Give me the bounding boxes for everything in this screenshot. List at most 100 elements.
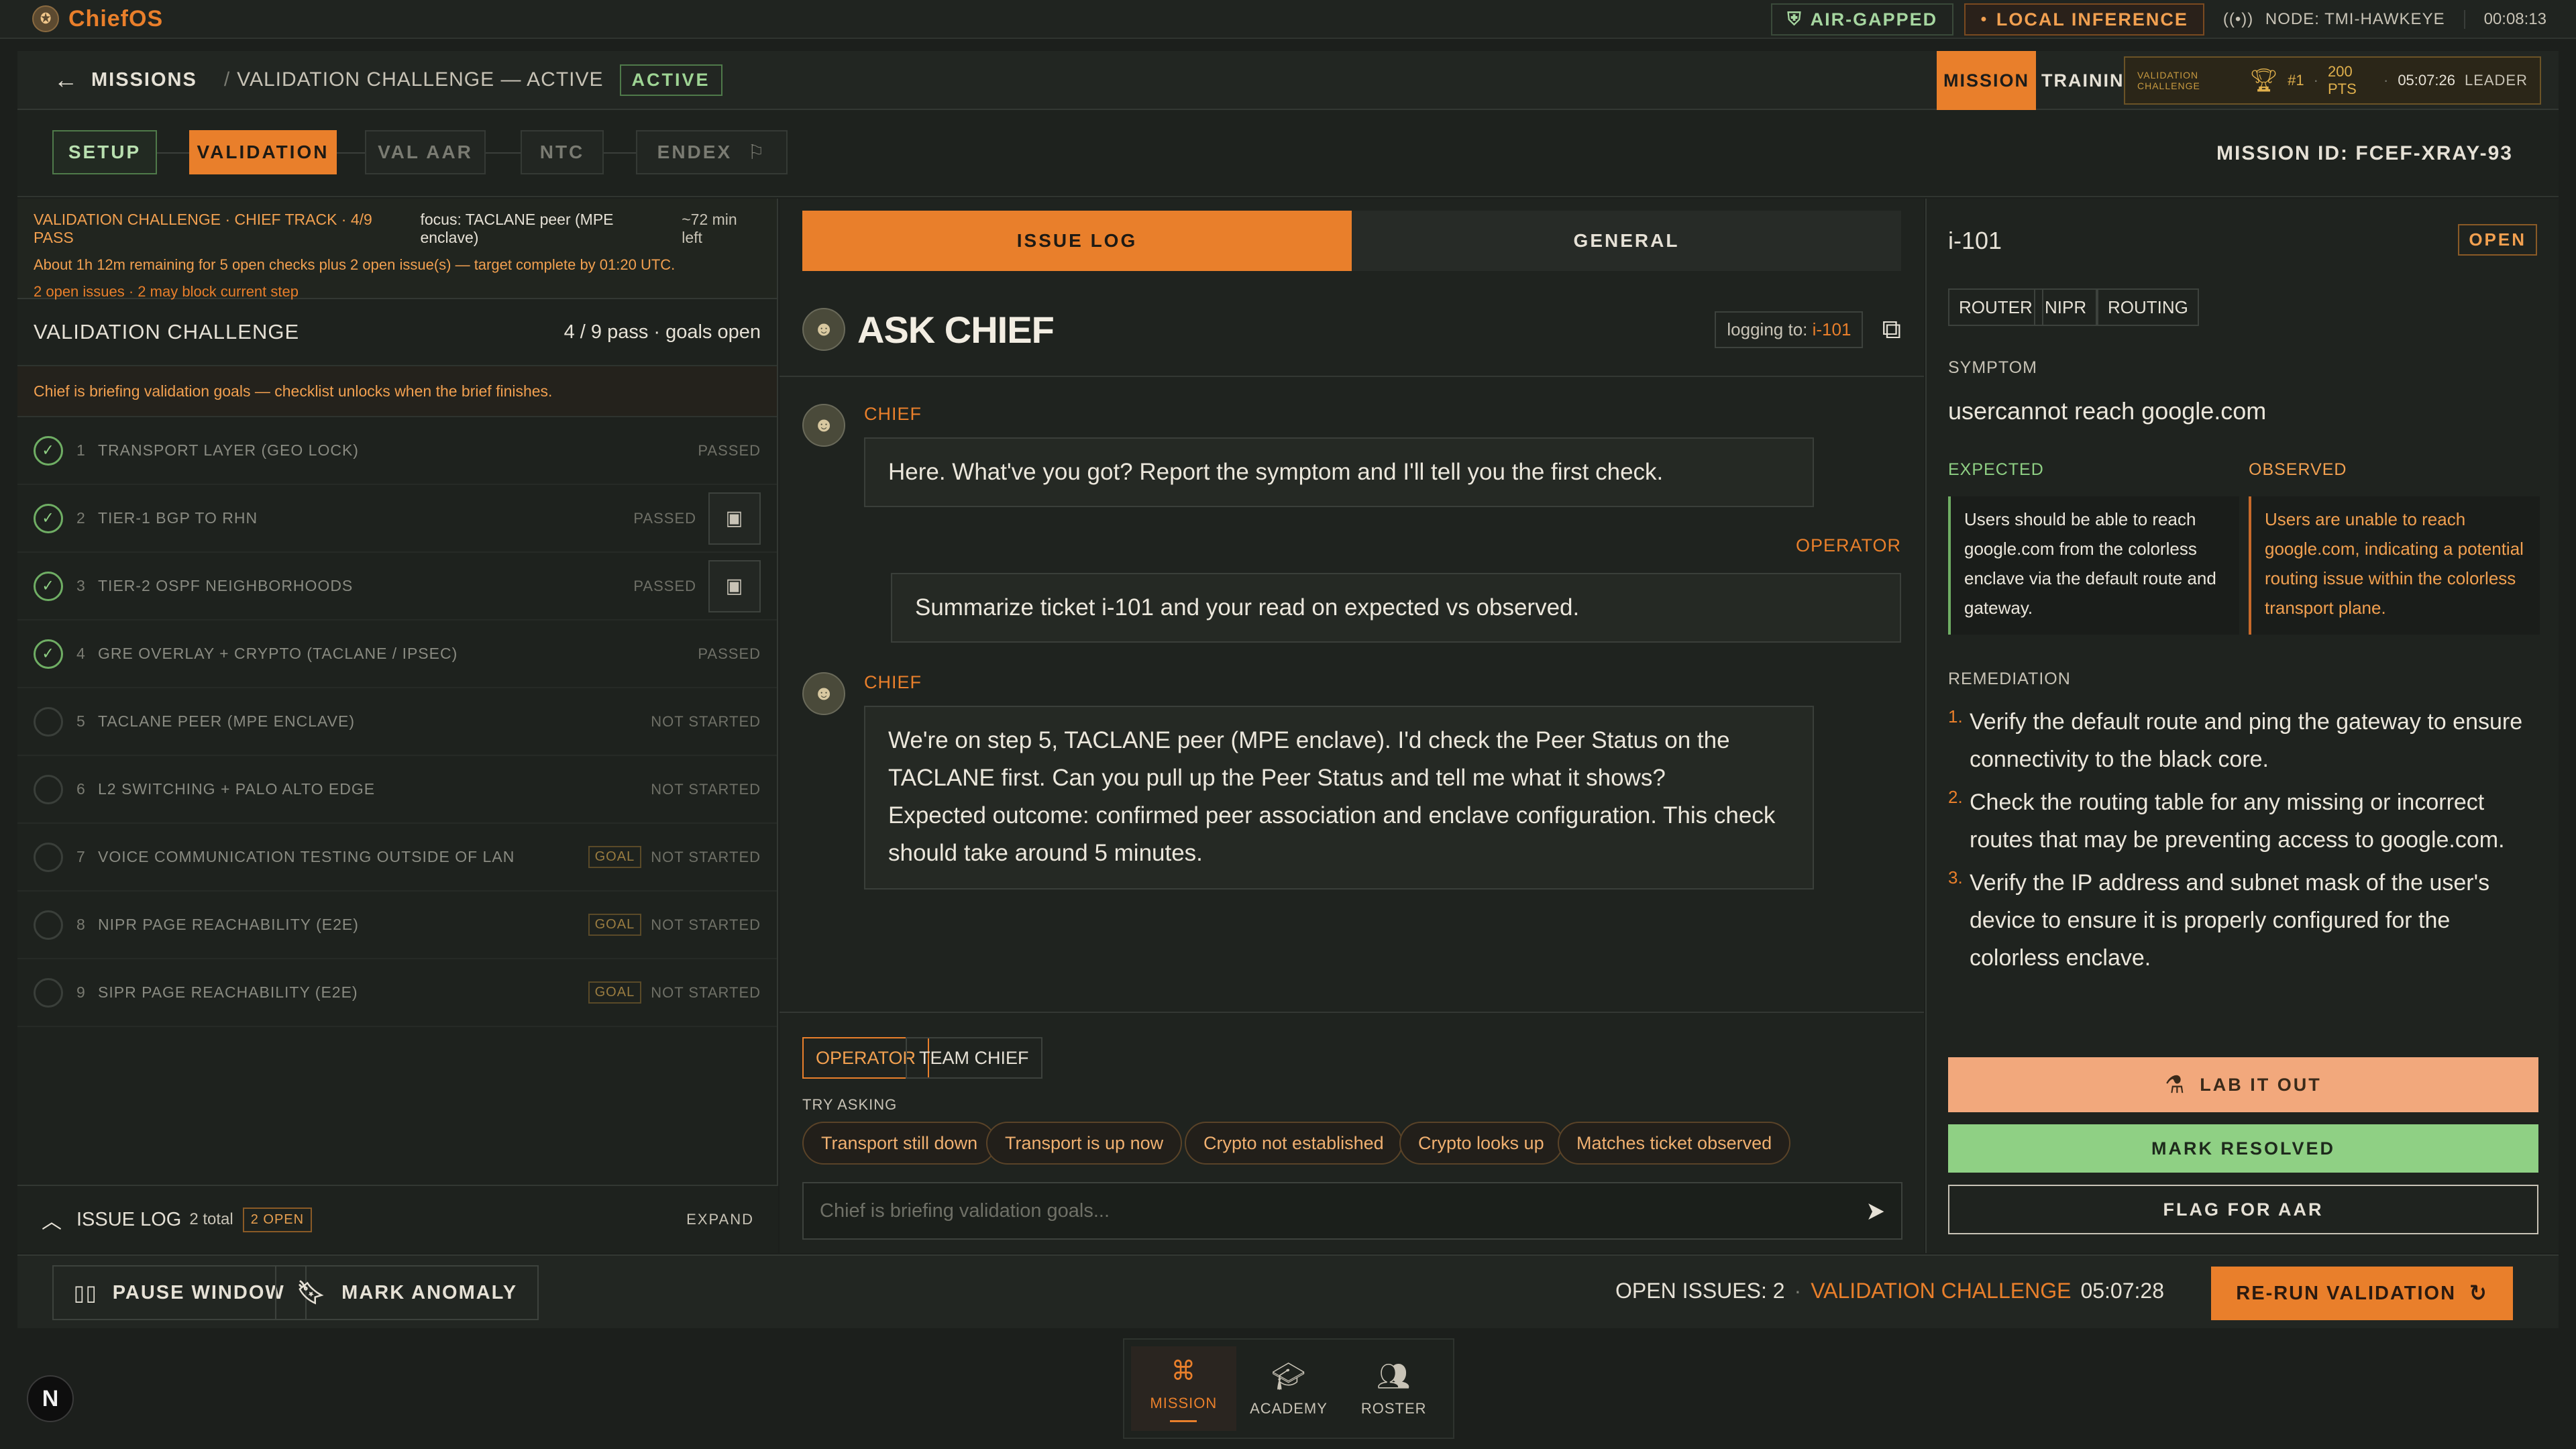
checklist-number: 8 — [76, 916, 86, 933]
air-gapped-badge: ⛨ AIR-GAPPED — [1771, 3, 1954, 36]
dev-badge[interactable]: N — [27, 1375, 74, 1422]
chief-avatar: ☻ — [802, 404, 845, 447]
flag-for-aar-button[interactable]: FLAG FOR AAR — [1948, 1185, 2538, 1234]
tab-issue-log[interactable]: ISSUE LOG — [802, 211, 1352, 271]
checklist-item[interactable]: 6 L2 SWITCHING + PALO ALTO EDGE NOT STARTE… — [17, 756, 777, 824]
nav-academy[interactable]: 🎓︎ ACADEMY — [1236, 1346, 1342, 1431]
pause-icon: ▯▯ — [74, 1281, 98, 1305]
ticket-id: i-101 — [1948, 227, 2002, 254]
checklist-label: SIPR PAGE REACHABILITY (E2E) — [98, 983, 358, 1001]
checklist-number: 9 — [76, 983, 86, 1001]
checklist-status: NOT STARTED — [651, 983, 761, 1001]
step-setup[interactable]: SETUP — [52, 130, 157, 174]
chat-header: ☻ ASK CHIEF logging to: i-101 ⧉ — [780, 283, 1924, 377]
checklist-label: TACLANE PEER (MPE ENCLAVE) — [98, 712, 356, 730]
checklist-item[interactable]: ✓ 4 GRE OVERLAY + CRYPTO (TACLANE / IPSEC)… — [17, 621, 777, 688]
challenge-name: VALIDATION CHALLENGE — [1811, 1279, 2072, 1303]
checklist-status: PASSED — [633, 577, 696, 594]
checklist-item[interactable]: 5 TACLANE PEER (MPE ENCLAVE) NOT STARTED — [17, 688, 777, 756]
logging-target[interactable]: logging to: i-101 — [1715, 311, 1864, 348]
empty-circle-icon — [34, 977, 63, 1008]
suggestion-chip[interactable]: Crypto not established — [1185, 1122, 1403, 1165]
suggestion-chip[interactable]: Transport is up now — [986, 1122, 1183, 1165]
step-ntc[interactable]: NTC — [521, 130, 604, 174]
tab-general[interactable]: GENERAL — [1352, 211, 1901, 271]
leaderboard-badge[interactable]: VALIDATION CHALLENGE 🏆︎ #1 · 200 PTS · 0… — [2124, 56, 2541, 105]
terminal-button[interactable]: ▣ — [708, 492, 761, 545]
checklist-status: PASSED — [698, 645, 761, 662]
refresh-icon: ↻ — [2469, 1281, 2488, 1306]
ticket-tag: ROUTER — [1948, 288, 2043, 326]
mission-id: MISSION ID: FCEF-XRAY-93 — [2216, 142, 2513, 164]
role-team-chief[interactable]: TEAM CHIEF — [906, 1037, 1042, 1079]
check-circle-icon: ✓ — [34, 503, 63, 533]
suggestion-chip[interactable]: Crypto looks up — [1399, 1122, 1563, 1165]
track-brief: VALIDATION CHALLENGE · CHIEF TRACK · 4/9… — [17, 199, 777, 300]
mark-anomaly-button[interactable]: 🔖︎ MARK ANOMALY — [275, 1265, 539, 1320]
checklist-item[interactable]: 7 VOICE COMMUNICATION TESTING OUTSIDE OF … — [17, 824, 777, 892]
checklist-number: 2 — [76, 509, 86, 527]
arrow-left-icon: ← — [54, 66, 79, 93]
node-indicator: ((•)) NODE: TMI-HAWKEYE — [2222, 10, 2445, 28]
step-val-aar[interactable]: VAL AAR — [365, 130, 486, 174]
lab-it-out-button[interactable]: ⚗ LAB IT OUT — [1948, 1057, 2538, 1112]
chevron-up-icon[interactable]: ︿ — [42, 1205, 62, 1234]
shield-icon: ⛨ — [1787, 9, 1803, 29]
message-text: Summarize ticket i-101 and your read on … — [891, 573, 1901, 643]
external-link-icon[interactable]: ⧉ — [1882, 315, 1901, 345]
checklist-number: 3 — [76, 577, 86, 594]
clock: 00:08:13 — [2463, 10, 2576, 29]
focus-step: focus: TACLANE peer (MPE enclave) — [420, 211, 614, 246]
trophy-icon: 🏆︎ — [2249, 68, 2279, 93]
back-to-missions-button[interactable]: ← MISSIONS — [54, 66, 197, 94]
goal-badge: GOAL — [588, 914, 642, 936]
symptom-text: usercannot reach google.com — [1948, 397, 2267, 425]
ask-chief-panel: ISSUE LOG GENERAL ☻ ASK CHIEF logging to… — [780, 199, 1924, 1253]
open-issues-badge: 2 OPEN — [242, 1207, 313, 1232]
expected-text: Users should be able to reach google.com… — [1948, 496, 2239, 635]
nav-mission[interactable]: ⌘ MISSION — [1131, 1346, 1236, 1431]
action-bar: ▯▯ PAUSE WINDOW 🔖︎ MARK ANOMALY OPEN ISS… — [17, 1254, 2559, 1328]
mark-resolved-button[interactable]: MARK RESOLVED — [1948, 1124, 2538, 1173]
expand-button[interactable]: EXPAND — [686, 1211, 754, 1228]
message-text: Here. What've you got? Report the sympto… — [864, 437, 1814, 507]
pause-window-button[interactable]: ▯▯ PAUSE WINDOW — [52, 1265, 307, 1320]
flag-icon: ⚐ — [748, 141, 767, 164]
step-endex[interactable]: ENDEX ⚐ — [636, 130, 788, 174]
app-logo[interactable]: ✪ ChiefOS — [32, 5, 163, 32]
suggestion-chip[interactable]: Transport still down — [802, 1122, 997, 1165]
terminal-icon: ▣ — [725, 507, 744, 529]
terminal-icon: ▣ — [725, 575, 744, 597]
step-validation[interactable]: VALIDATION — [189, 130, 337, 174]
checklist-item[interactable]: 8 NIPR PAGE REACHABILITY (E2E) GOAL NOT STA… — [17, 892, 777, 959]
top-status-bar: ✪ ChiefOS ⛨ AIR-GAPPED ● LOCAL INFERENCE… — [0, 0, 2576, 39]
validation-status: OPEN ISSUES: 2 · VALIDATION CHALLENGE 05… — [1615, 1279, 2164, 1303]
challenge-count: 4 / 9 pass · goals open — [564, 321, 761, 343]
checklist-item[interactable]: 9 SIPR PAGE REACHABILITY (E2E) GOAL NOT STA… — [17, 959, 777, 1027]
chat-input[interactable] — [820, 1199, 1858, 1222]
challenge-header: VALIDATION CHALLENGE 4 / 9 pass · goals … — [17, 299, 777, 366]
rerun-validation-button[interactable]: RE-RUN VALIDATION ↻ — [2211, 1267, 2513, 1320]
checklist-status: PASSED — [698, 441, 761, 459]
checklist-item[interactable]: ✓ 2 TIER-1 BGP TO RHN PASSED ▣ — [17, 485, 777, 553]
remaining-summary: About 1h 12m remaining for 5 open checks… — [34, 256, 676, 273]
remediation-label: REMEDIATION — [1948, 669, 2071, 688]
users-icon: 👥︎ — [1376, 1361, 1411, 1391]
check-circle-icon: ✓ — [34, 435, 63, 466]
goal-badge: GOAL — [588, 846, 642, 868]
remediation-step: 3. Verify the IP address and subnet mask… — [1948, 867, 2490, 971]
checklist-number: 5 — [76, 712, 86, 730]
status-dot-icon: ● — [1980, 13, 1988, 25]
checklist-status: NOT STARTED — [651, 848, 761, 865]
issue-log-bar[interactable]: ︿ ISSUE LOG 2 total 2 OPEN EXPAND — [17, 1185, 778, 1253]
suggestion-chip[interactable]: Matches ticket observed — [1558, 1122, 1791, 1165]
terminal-button[interactable]: ▣ — [708, 559, 761, 612]
nav-roster[interactable]: 👥︎ ROSTER — [1341, 1346, 1446, 1431]
tab-mission[interactable]: MISSION — [1937, 51, 2037, 110]
ticket-panel: i-101 OPEN ROUTER NIPR ROUTING SYMPTOM u… — [1925, 199, 2559, 1253]
send-icon[interactable]: ➤ — [1866, 1196, 1885, 1226]
time-left: ~72 min left — [682, 211, 737, 246]
checklist-item[interactable]: ✓ 1 TRANSPORT LAYER (GEO LOCK) PASSED — [17, 417, 777, 485]
checklist-label: GRE OVERLAY + CRYPTO (TACLANE / IPSEC) — [98, 645, 458, 662]
checklist-item[interactable]: ✓ 3 TIER-2 OSPF NEIGHBORHOODS PASSED ▣ — [17, 553, 777, 621]
